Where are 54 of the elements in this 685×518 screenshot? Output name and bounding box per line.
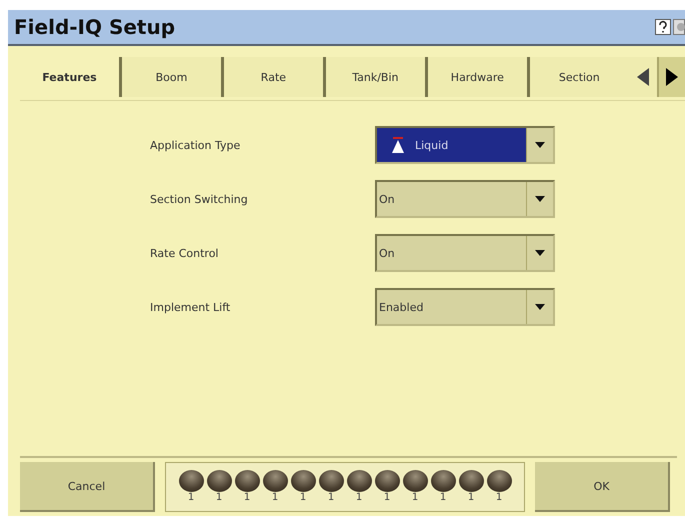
section-number: 1 [244,492,250,504]
dropdown[interactable]: Enabled [375,288,555,326]
section-number: 1 [468,492,474,504]
tab[interactable]: Boom [122,57,224,97]
section-indicator-icon [318,470,344,492]
section-number: 1 [412,492,418,504]
section-indicator-icon [402,470,428,492]
section-number: 1 [356,492,362,504]
dropdown-value: Enabled [379,300,424,314]
field-label: Application Type [150,138,242,152]
nozzle-icon [391,137,405,153]
tab[interactable]: Rate [224,57,326,97]
section-number: 1 [328,492,334,504]
section-number: 1 [272,492,278,504]
tab[interactable]: Tank/Bin [326,57,428,97]
tab[interactable]: Section [530,57,629,97]
caret-icon [535,250,545,256]
left-arrow-icon [636,68,649,86]
field-label: Rate Control [150,246,220,260]
section-number: 1 [300,492,306,504]
dropdown[interactable]: On [375,180,555,218]
section-indicator-icon [290,470,316,492]
section-indicator-icon [206,470,232,492]
section-number: 1 [440,492,446,504]
section-indicator-icon [346,470,372,492]
caret-icon [535,196,545,202]
caret-icon [535,304,545,310]
previous-tab-button[interactable] [628,57,657,97]
tab[interactable]: Hardware [428,57,530,97]
dropdown-value: Liquid [415,138,448,152]
section-indicator-icon [262,470,288,492]
section-indicator-icon [234,470,260,492]
dropdown[interactable]: Liquid [375,126,555,164]
ok-button[interactable]: OK [535,462,670,512]
window-title: Field-IQ Setup [14,15,176,39]
caret-icon [535,142,545,148]
section-indicator-icon [178,470,204,492]
next-tab-button[interactable] [656,57,685,97]
field-label: Section Switching [150,192,249,206]
section-indicator-icon [486,470,512,492]
dropdown-value: On [379,192,395,206]
dropdown-value: On [379,246,395,260]
section-number: 1 [496,492,502,504]
section-indicator-icon [458,470,484,492]
section-indicator-icon [374,470,400,492]
right-arrow-icon [666,68,678,86]
field-label: Implement Lift [150,300,232,314]
help-icon[interactable] [655,19,671,35]
section-indicator-icon [430,470,456,492]
cancel-button[interactable]: Cancel [20,462,155,512]
section-number: 1 [384,492,390,504]
section-number: 1 [216,492,222,504]
section-number: 1 [188,492,194,504]
dropdown[interactable]: On [375,234,555,272]
